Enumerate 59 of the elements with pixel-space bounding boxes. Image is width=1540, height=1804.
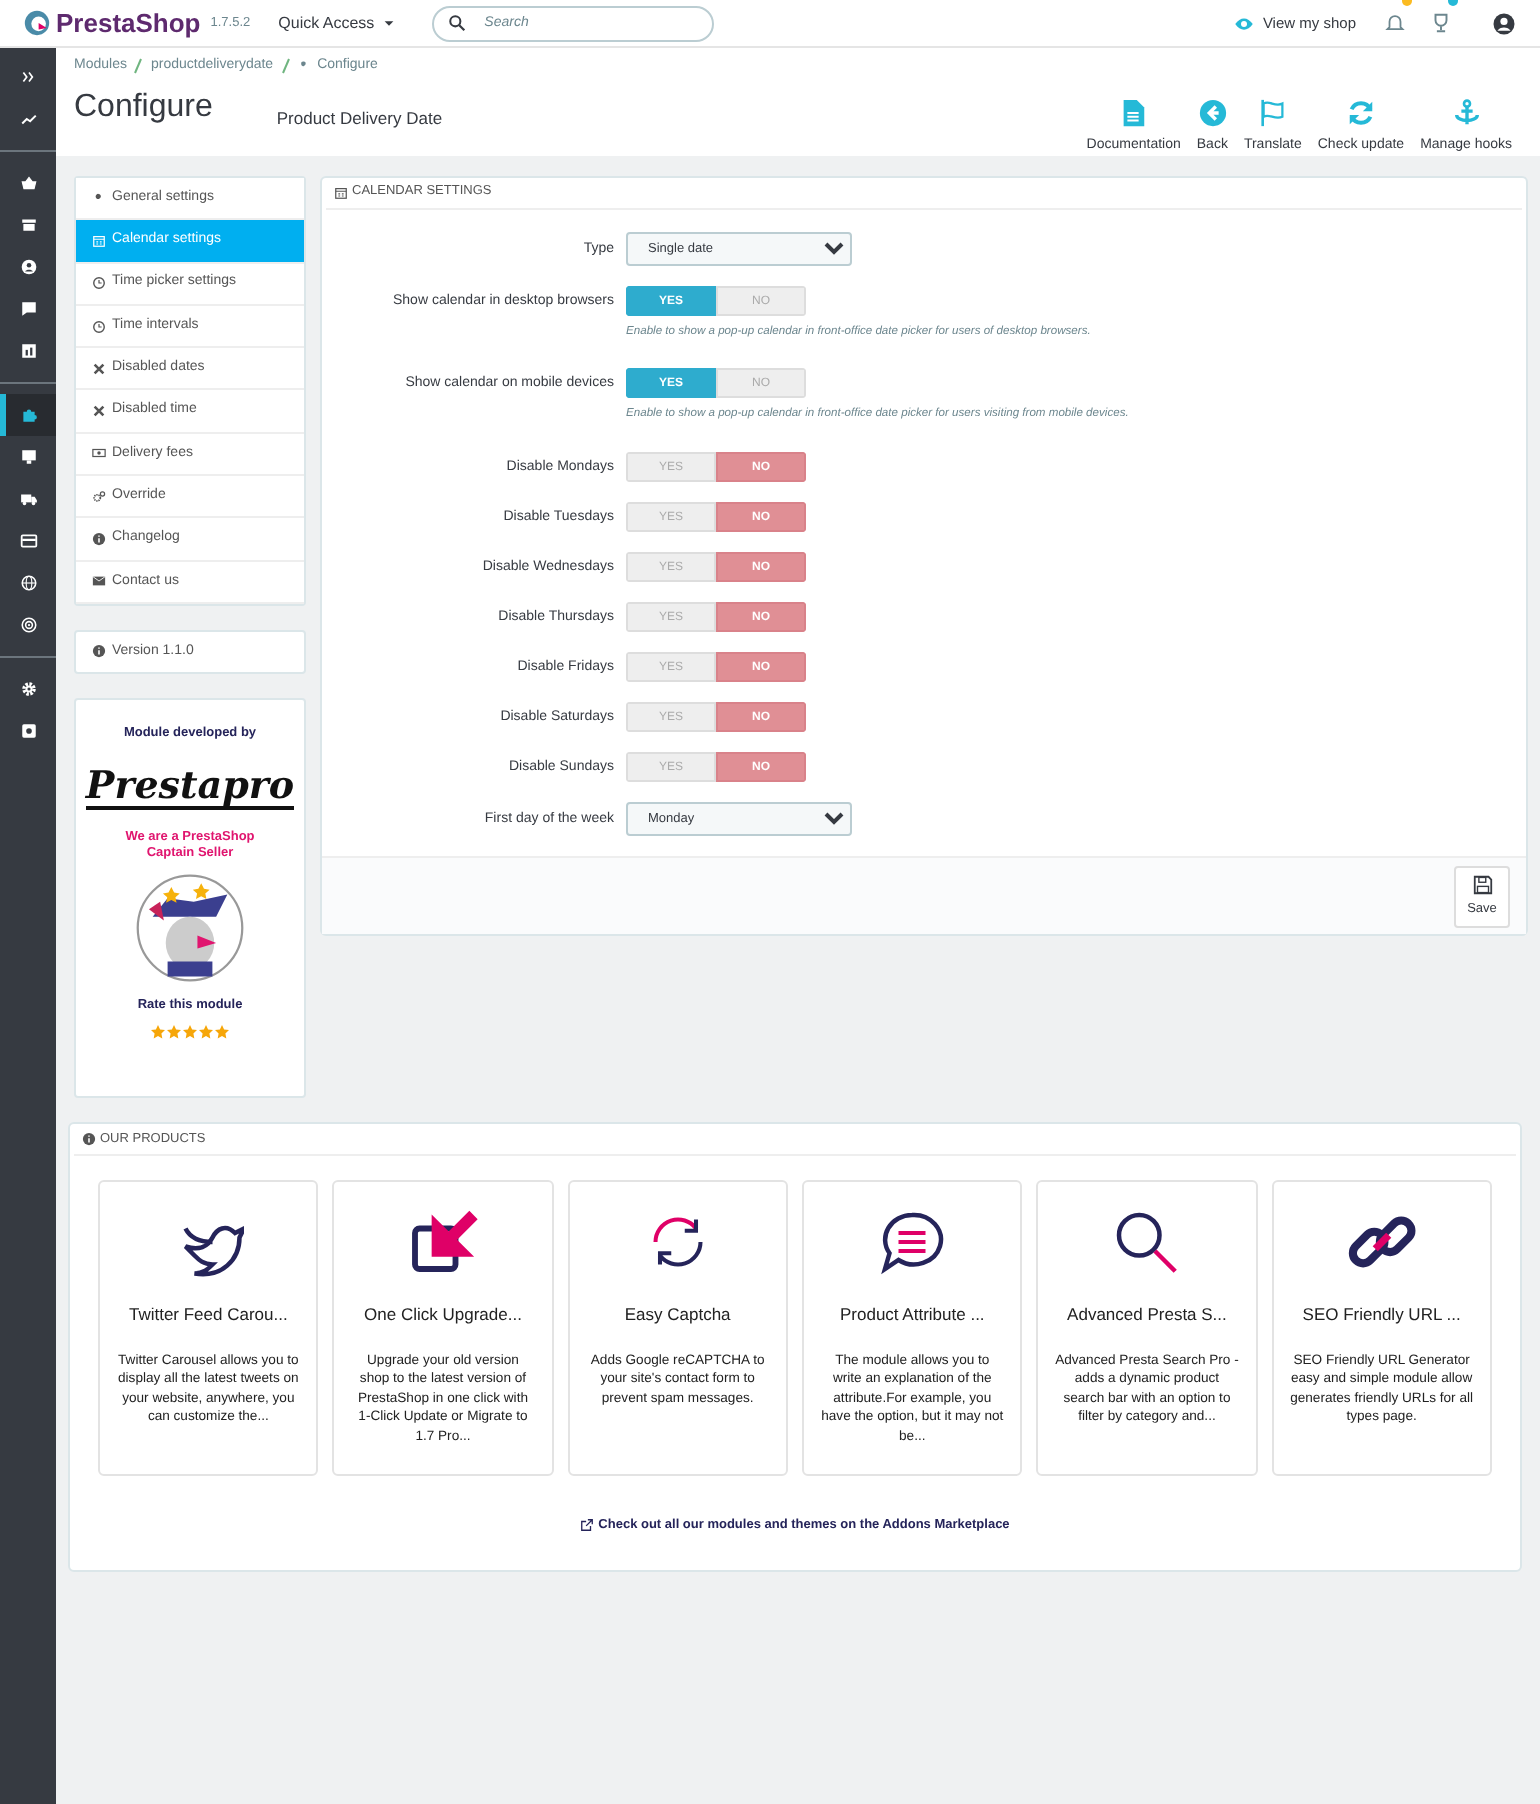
mascot-badge-drawing [134,872,246,985]
user-icon [1492,11,1516,35]
puzzle-icon [19,406,37,424]
star-rating[interactable] [150,1024,230,1040]
basket-icon [19,174,37,192]
product-name: Twitter Feed Carou... [128,1301,288,1328]
calendar-icon [334,185,348,200]
monitor-icon [19,448,37,466]
user-icon [19,258,37,276]
trend-line-icon [19,110,37,128]
globe-icon [19,574,37,592]
settings-icon [19,680,37,698]
info-icon [92,644,106,659]
cogs-icon [92,489,106,504]
page-subtitle: Product Delivery Date [276,105,443,131]
flag-icon [1257,97,1288,127]
refresh-icon [1345,97,1376,127]
gear-icon [19,722,37,740]
store-icon [19,216,37,234]
product-name: Easy Captcha [624,1301,731,1328]
chat-icon [19,300,37,318]
arrow-into-box-icon [406,1205,479,1278]
slash-icon [281,58,290,75]
credit-card-icon [19,532,37,550]
external-link-icon [580,1518,595,1533]
envelope-icon [92,574,106,589]
trophy-icon [1430,11,1452,34]
close-icon [92,361,106,376]
page-title: Configure [74,87,213,127]
account-button[interactable] [1492,11,1516,35]
quick-access-dropdown[interactable]: Quick Access [278,11,397,35]
clock-icon [92,276,106,291]
bell-icon [1384,11,1406,34]
logo-text: PrestaShop [56,5,201,42]
anchor-icon [1451,97,1482,127]
product-name: One Click Upgrade... [364,1301,522,1328]
target-icon [19,616,37,634]
chevrons-icon [19,68,37,86]
caret-icon [382,16,397,30]
document-icon [1118,97,1149,127]
product-name: SEO Friendly URL ... [1302,1301,1461,1328]
slash-icon [134,58,143,75]
product-name: Product Attribute ... [840,1301,985,1328]
banknote-icon [92,446,106,461]
logo-icon [24,10,50,36]
clock-icon [92,319,106,334]
calendar-icon [92,233,106,248]
product-name: Advanced Presta S... [1067,1301,1227,1328]
sidebar-item[interactable] [0,394,56,436]
close-icon [92,404,106,419]
brand-logo: Prestapro [85,767,295,810]
back-icon [1197,97,1228,127]
eye-icon [1234,13,1255,33]
save-icon [1471,873,1493,896]
info-icon [92,532,106,547]
truck-icon [19,490,37,508]
info-icon [82,1131,96,1146]
search-icon [448,14,467,32]
chart-icon [19,342,37,360]
